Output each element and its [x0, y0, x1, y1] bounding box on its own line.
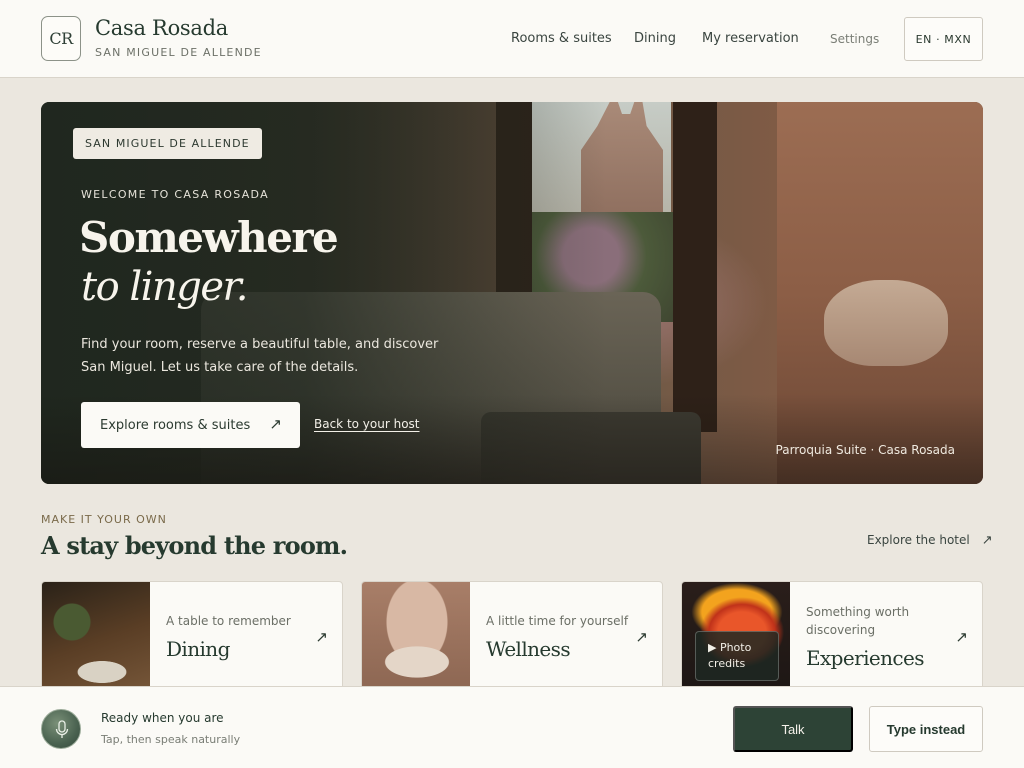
card-title: Experiences — [806, 646, 925, 670]
talk-button[interactable]: Talk — [733, 706, 853, 752]
card-kicker: discovering — [806, 623, 876, 637]
nav-my-reservation[interactable]: My reservation — [702, 31, 799, 46]
card-title: Dining — [166, 637, 230, 661]
voice-assistant-bar: Ready when you are Tap, then speak natur… — [0, 686, 1024, 768]
section-title: A stay beyond the room. — [41, 531, 348, 560]
card-kicker: A table to remember — [166, 614, 291, 628]
voice-subtitle: Tap, then speak naturally — [101, 733, 241, 746]
hero-banner: SAN MIGUEL DE ALLENDE WELCOME TO CASA RO… — [41, 102, 983, 484]
arrow-up-right-icon: ↗ — [955, 628, 968, 646]
arrow-up-right-icon: ↗ — [269, 415, 282, 433]
hero-description: Find your room, reserve a beautiful tabl… — [81, 337, 439, 375]
section-eyebrow: MAKE IT YOUR OWN — [41, 513, 167, 526]
explore-rooms-button[interactable]: Explore rooms & suites ↗ — [81, 402, 300, 448]
microphone-glyph — [55, 720, 69, 738]
wellness-photo — [362, 582, 470, 700]
explore-hotel-link[interactable]: Explore the hotel ↗ — [867, 533, 993, 548]
card-kicker: A little time for yourself — [486, 614, 629, 628]
photo-credits-label: credits — [708, 657, 746, 670]
brand-name[interactable]: Casa Rosada — [95, 16, 228, 40]
hero-photo-caption: Parroquia Suite · Casa Rosada — [775, 443, 955, 457]
arrow-up-right-icon: ↗ — [315, 628, 328, 646]
hero-eyebrow: WELCOME TO CASA ROSADA — [81, 188, 269, 201]
nav-rooms-suites[interactable]: Rooms & suites — [511, 31, 612, 46]
back-to-host-link[interactable]: Back to your host — [314, 417, 420, 431]
card-dining[interactable]: A table to remember Dining ↗ — [41, 581, 343, 701]
language-currency-button[interactable]: EN · MXN — [904, 17, 983, 61]
card-kicker: Something worth — [806, 605, 910, 619]
explore-hotel-label: Explore the hotel — [867, 533, 970, 547]
logo-mark[interactable]: CR — [41, 16, 81, 61]
type-instead-button[interactable]: Type instead — [869, 706, 983, 752]
hero-title: Somewhere — [79, 213, 339, 262]
arrow-up-right-icon: ↗ — [981, 533, 993, 548]
nav-settings[interactable]: Settings — [830, 32, 879, 46]
brand-location: SAN MIGUEL DE ALLENDE — [95, 46, 262, 59]
arrow-up-right-icon: ↗ — [635, 628, 648, 646]
location-tag: SAN MIGUEL DE ALLENDE — [73, 128, 262, 159]
experiences-photo: ▶ Photo credits — [682, 582, 790, 700]
nav-dining[interactable]: Dining — [634, 31, 676, 46]
hero-title-italic: to linger. — [81, 264, 248, 310]
card-wellness[interactable]: A little time for yourself Wellness ↗ — [361, 581, 663, 701]
microphone-icon[interactable] — [41, 709, 81, 749]
voice-title: Ready when you are — [101, 711, 224, 725]
explore-rooms-label: Explore rooms & suites — [100, 417, 251, 433]
site-header: CR Casa Rosada SAN MIGUEL DE ALLENDE Roo… — [0, 0, 1024, 78]
dining-photo — [42, 582, 150, 700]
card-title: Wellness — [486, 637, 571, 661]
photo-credits-button[interactable]: ▶ Photo credits — [695, 631, 779, 681]
photo-credits-label: ▶ Photo — [708, 641, 752, 654]
card-experiences[interactable]: ▶ Photo credits Something worth discover… — [681, 581, 983, 701]
